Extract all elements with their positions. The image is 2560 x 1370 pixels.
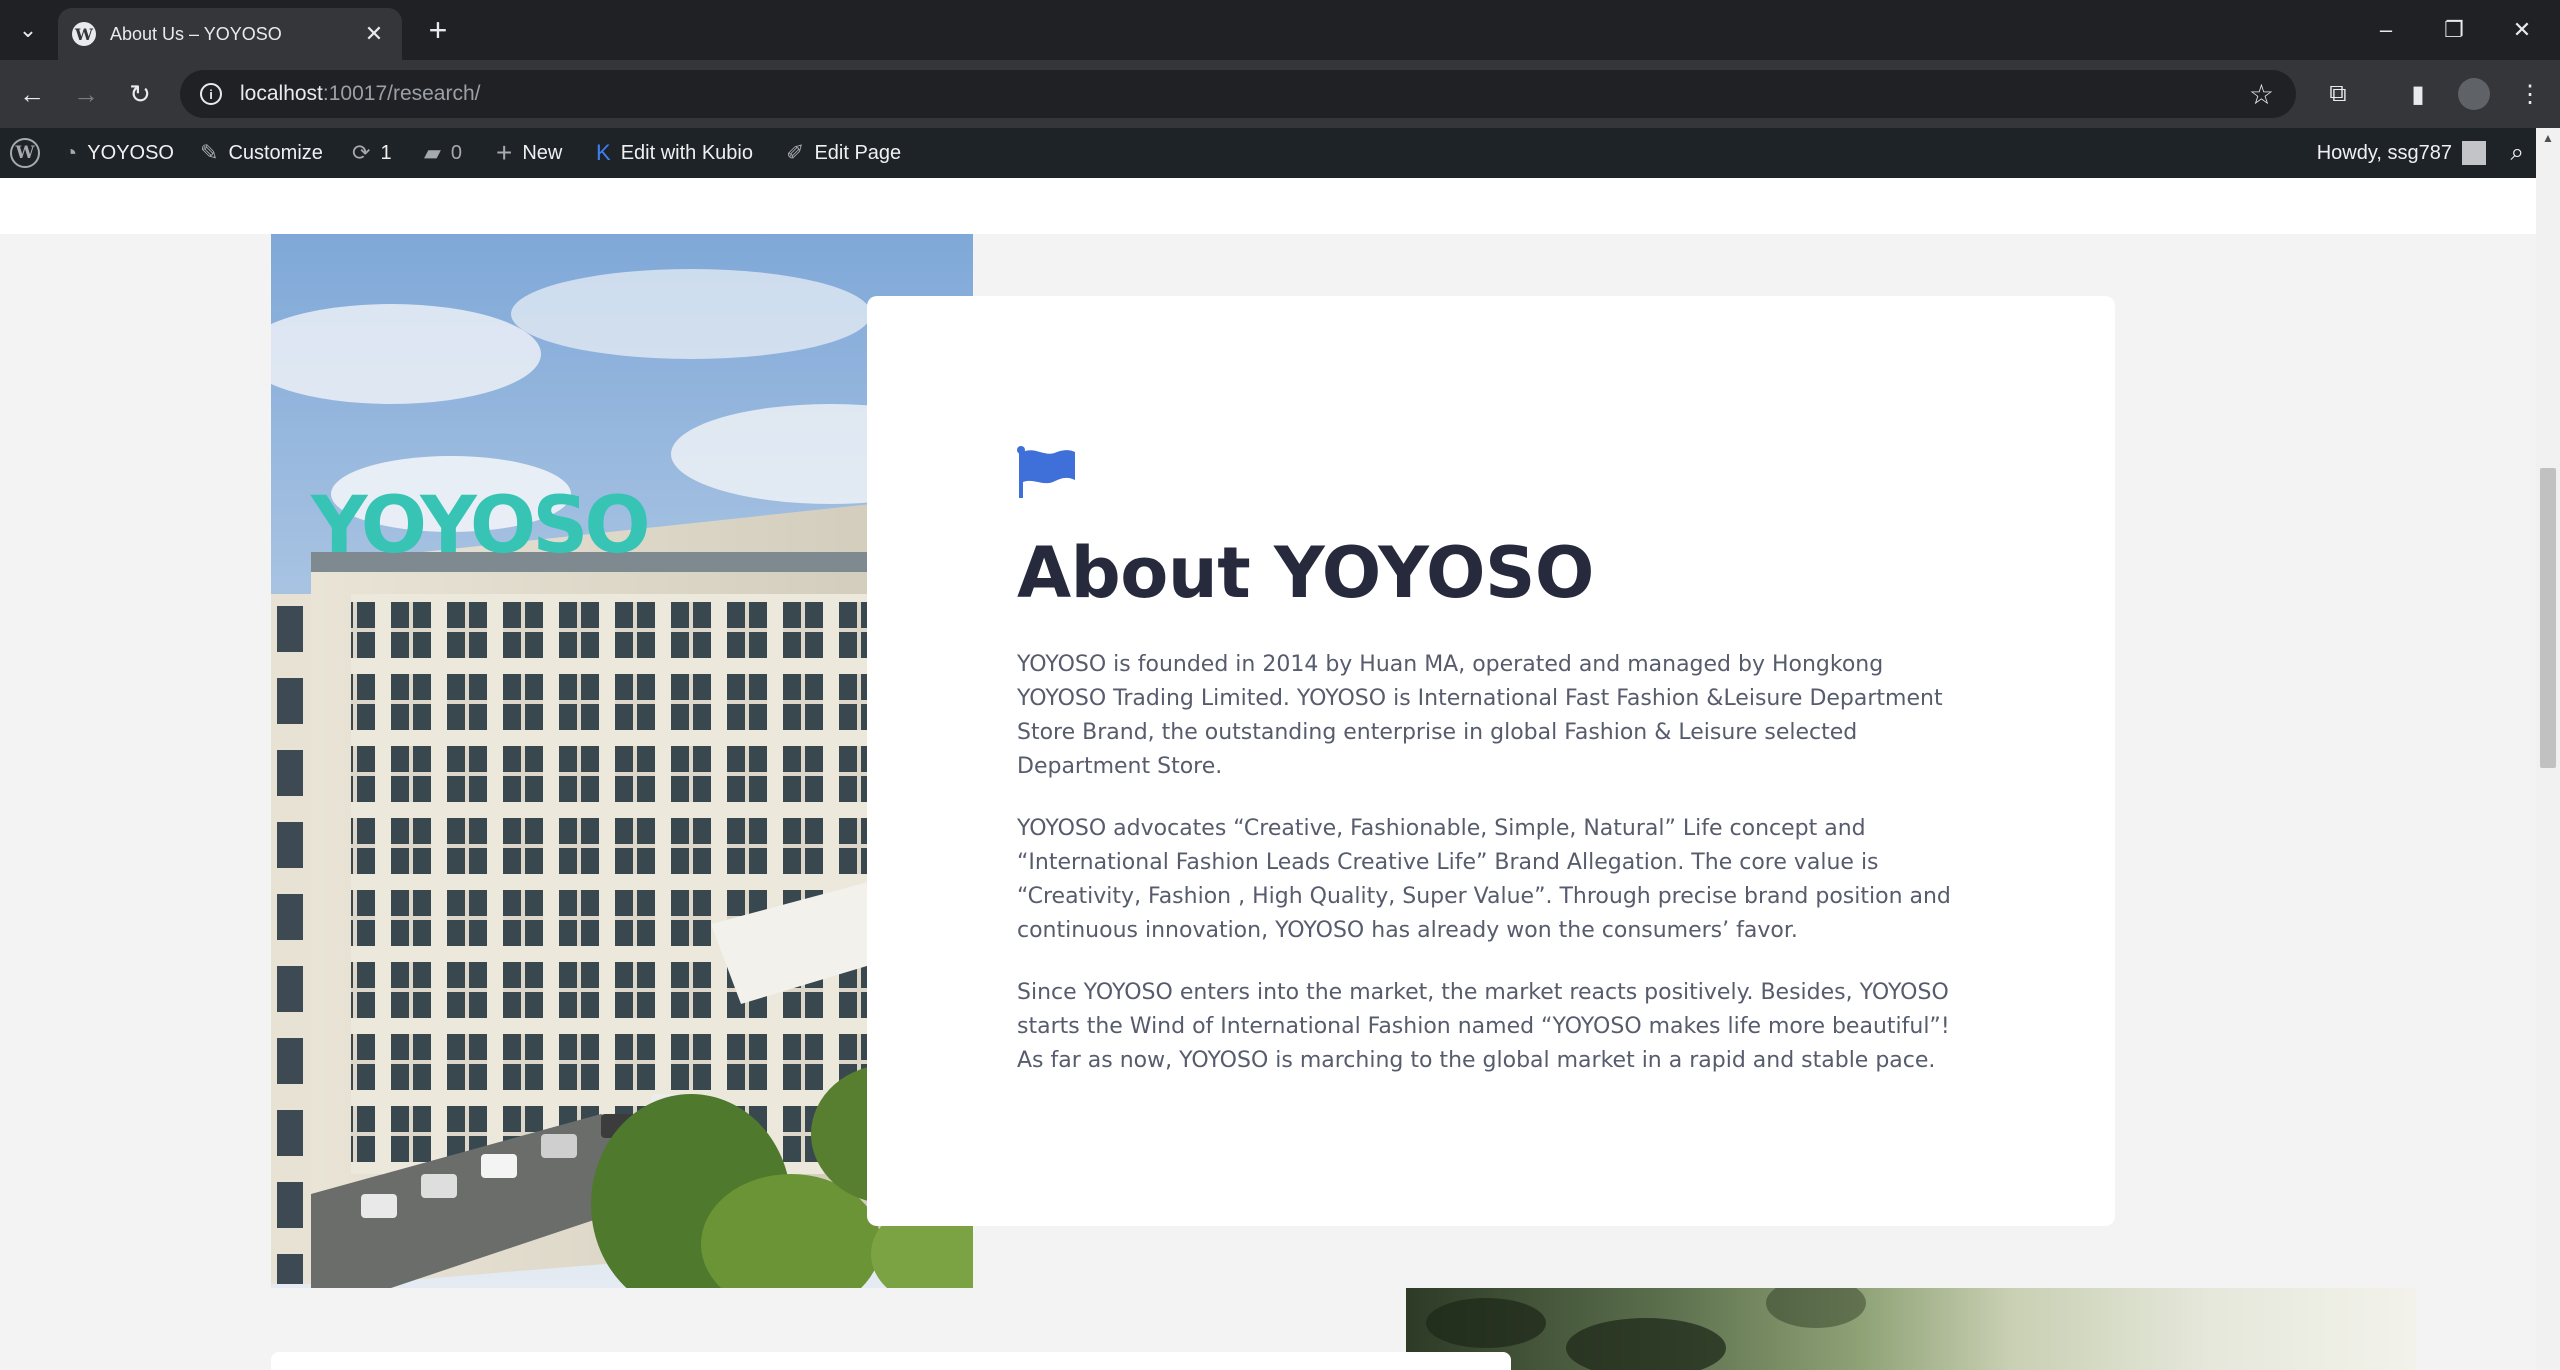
wp-admin-bar: W ◔ YOYOSO ✎ Customize ⟳ 1 ▰ 0 + New K E… [0,128,2560,178]
url-host: localhost [240,82,323,105]
site-name-label: YOYOSO [87,141,174,164]
restore-icon[interactable]: ❐ [2420,0,2488,60]
browser-tab-active[interactable]: W About Us – YOYOSO ✕ [58,8,402,60]
about-title: About YOYOSO [1017,532,1594,614]
new-content-menu[interactable]: + New [496,128,562,178]
forward-arrow-icon[interactable]: → [66,74,106,114]
side-panel-icon[interactable]: ▮ [2398,74,2438,114]
site-name-menu[interactable]: ◔ YOYOSO [64,128,174,178]
updates-refresh-icon: ⟳ [352,140,371,165]
extensions-puzzle-icon[interactable]: ⧉ [2318,74,2358,114]
updates-link[interactable]: ⟳ 1 [352,128,392,178]
dashboard-gauge-icon: ◔ [64,140,78,165]
yoyoso-rooftop-sign: YOYOSO [310,481,647,571]
about-card: About YOYOSO YOYOSO is founded in 2014 b… [867,296,2115,1226]
comments-link[interactable]: ▰ 0 [424,128,462,178]
scroll-thumb[interactable] [2540,468,2556,768]
comments-count: 0 [450,141,463,164]
about-paragraph-2: YOYOSO advocates “Creative, Fashionable,… [1017,816,1951,943]
scroll-up-arrow-icon[interactable]: ▲ [2536,128,2560,148]
profile-avatar-icon[interactable] [2458,78,2490,110]
window-close-icon[interactable]: ✕ [2488,0,2556,60]
admin-search-icon[interactable]: ⌕ [2511,128,2524,178]
user-avatar [2462,141,2486,165]
page-top-strip [0,178,2536,234]
browser-tabstrip: ⌄ W About Us – YOYOSO ✕ + – ❐ ✕ [0,0,2560,60]
edit-page-link[interactable]: ✐ Edit Page [786,128,901,178]
customize-link[interactable]: ✎ Customize [200,128,323,178]
new-tab-plus-icon[interactable]: + [418,12,458,48]
wp-logo-menu[interactable]: W [10,128,40,178]
tab-close-icon[interactable]: ✕ [360,21,388,47]
comment-bubble-icon: ▰ [424,140,441,165]
next-section-card [271,1352,1511,1370]
edit-with-kubio-link[interactable]: K Edit with Kubio [596,128,753,178]
wordpress-favicon-icon: W [72,22,96,46]
flag-icon [1017,446,1075,498]
new-label: New [522,141,563,164]
about-paragraph-1: YOYOSO is founded in 2014 by Huan MA, op… [1017,652,1943,779]
chrome-menu-icon[interactable]: ⋮ [2510,74,2550,114]
customize-label: Customize [228,141,323,164]
wordpress-logo-icon: W [10,138,40,168]
edit-kubio-label: Edit with Kubio [620,141,753,164]
foliage-photo [1406,1288,2416,1370]
kubio-logo-icon: K [596,140,611,165]
updates-count: 1 [380,141,392,164]
my-account-menu[interactable]: Howdy, ssg787 [2317,128,2486,178]
howdy-label: Howdy, ssg787 [2316,141,2452,164]
page-scrollbar[interactable]: ▲ [2536,128,2560,1370]
about-paragraph-3: Since YOYOSO enters into the market, the… [1017,980,1950,1073]
plus-icon: + [496,137,513,168]
paintbrush-icon: ✎ [200,140,219,165]
browser-toolbar: ← → ↻ i localhost:10017/research/ ☆ ⧉ ▮ … [0,60,2560,128]
tab-search-chevron-icon[interactable]: ⌄ [8,12,48,48]
reload-icon[interactable]: ↻ [120,74,160,114]
bookmark-star-icon[interactable]: ☆ [2249,78,2274,111]
tab-title: About Us – YOYOSO [110,23,282,44]
site-info-icon[interactable]: i [200,83,222,105]
edit-page-label: Edit Page [814,141,902,164]
pencil-icon: ✐ [786,140,805,165]
back-arrow-icon[interactable]: ← [12,74,52,114]
address-bar[interactable]: i localhost:10017/research/ ☆ [180,70,2296,118]
url-path: :10017/research/ [322,82,481,105]
minimize-icon[interactable]: – [2352,0,2420,60]
